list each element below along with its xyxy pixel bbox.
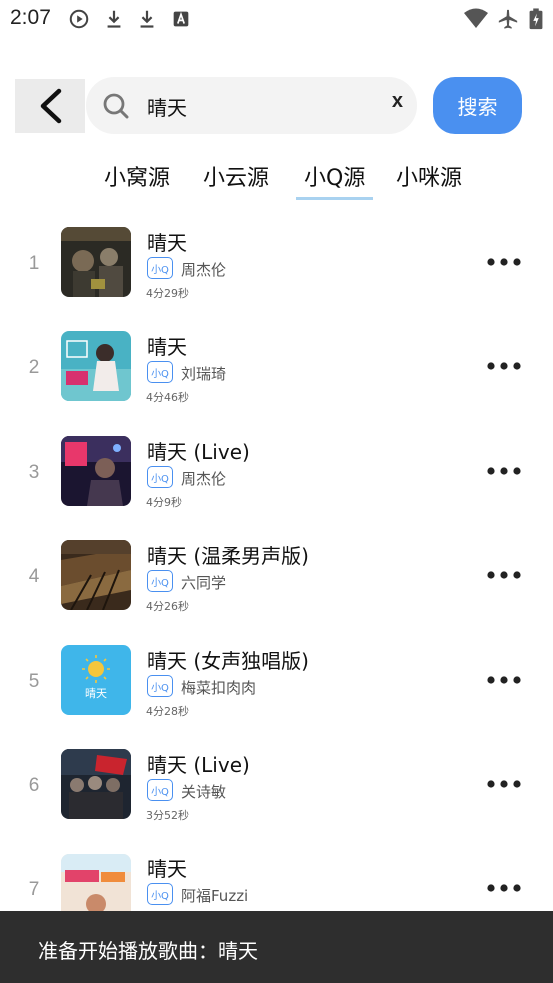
song-index: 6: [28, 775, 40, 796]
song-artist: 关诗敏: [181, 783, 227, 801]
song-search-page: 2:07 x 搜索 小窝源 小云源 小Q: [0, 0, 553, 983]
song-index: 2: [28, 357, 40, 378]
album-cover: 晴天: [61, 645, 131, 715]
album-cover: [61, 436, 131, 506]
status-time: 2:07: [10, 6, 51, 29]
clear-search-button[interactable]: x: [392, 90, 403, 113]
more-options-button[interactable]: [486, 670, 522, 690]
status-bar: 2:07: [0, 0, 553, 38]
more-horizontal-icon: [487, 884, 521, 892]
search-input[interactable]: [147, 91, 367, 121]
source-badge: 小Q: [147, 570, 173, 592]
song-artist: 周杰伦: [181, 470, 227, 488]
battery-charging-icon: [527, 8, 545, 30]
cover-text: 晴天: [85, 687, 107, 700]
album-cover: [61, 540, 131, 610]
more-options-button[interactable]: [486, 356, 522, 376]
song-row[interactable]: 6 晴天 (Live) 小Q 关诗敏 3分52秒: [0, 732, 553, 836]
song-title: 晴天 (温柔男声版): [147, 544, 309, 568]
search-button[interactable]: 搜索: [433, 77, 522, 134]
source-badge: 小Q: [147, 257, 173, 279]
source-badge: 小Q: [147, 779, 173, 801]
more-horizontal-icon: [487, 780, 521, 788]
song-title: 晴天 (Live): [147, 440, 250, 464]
song-row[interactable]: 5 晴天 晴天 (女声独唱版) 小Q 梅菜扣肉肉 4分28秒: [0, 628, 553, 732]
more-horizontal-icon: [487, 362, 521, 370]
selected-tab-indicator: [296, 197, 373, 200]
download-icon: [136, 8, 158, 30]
more-options-button[interactable]: [486, 774, 522, 794]
song-row[interactable]: 1 晴天 小Q 周杰伦 4分29秒: [0, 210, 553, 314]
source-tabs: 小窝源 小云源 小Q源 小咪源: [0, 150, 553, 202]
song-duration: 4分26秒: [146, 600, 189, 613]
source-badge: 小Q: [147, 675, 173, 697]
more-options-button[interactable]: [486, 565, 522, 585]
song-duration: 4分29秒: [146, 287, 189, 300]
play-circle-icon: [68, 8, 90, 30]
more-horizontal-icon: [487, 467, 521, 475]
song-index: 7: [28, 879, 40, 900]
song-title: 晴天 (女声独唱版): [147, 649, 309, 673]
more-horizontal-icon: [487, 676, 521, 684]
song-title: 晴天: [147, 335, 187, 359]
song-artist: 梅菜扣肉肉: [181, 679, 257, 697]
download-icon: [103, 8, 125, 30]
back-button[interactable]: [15, 79, 85, 133]
chevron-left-icon: [40, 88, 62, 124]
song-index: 1: [28, 253, 40, 274]
airplane-mode-icon: [497, 8, 519, 30]
song-duration: 4分28秒: [146, 705, 189, 718]
song-row[interactable]: 2 晴天 小Q 刘瑞琦 4分46秒: [0, 314, 553, 418]
tab-xiaowo[interactable]: 小窝源: [104, 160, 170, 192]
more-options-button[interactable]: [486, 461, 522, 481]
song-title: 晴天 (Live): [147, 753, 250, 777]
toast-notification: 准备开始播放歌曲：晴天: [0, 911, 553, 983]
more-horizontal-icon: [487, 571, 521, 579]
song-duration: 4分9秒: [146, 496, 182, 509]
tab-xiaoyun[interactable]: 小云源: [203, 160, 269, 192]
song-row[interactable]: 4 晴天 (温柔男声版) 小Q 六同学 4分26秒: [0, 523, 553, 627]
source-badge: 小Q: [147, 361, 173, 383]
album-cover: [61, 331, 131, 401]
source-badge: 小Q: [147, 883, 173, 905]
song-title: 晴天: [147, 857, 187, 881]
song-index: 5: [28, 671, 40, 692]
more-options-button[interactable]: [486, 252, 522, 272]
tab-xiaoq[interactable]: 小Q源: [304, 160, 365, 192]
song-artist: 六同学: [181, 574, 227, 592]
more-horizontal-icon: [487, 258, 521, 266]
more-options-button[interactable]: [486, 878, 522, 898]
search-box: x: [86, 77, 417, 134]
song-index: 3: [28, 462, 40, 483]
toast-message: 准备开始播放歌曲：晴天: [38, 939, 258, 963]
source-badge: 小Q: [147, 466, 173, 488]
album-cover: [61, 749, 131, 819]
tab-xiaomi[interactable]: 小咪源: [396, 160, 462, 192]
song-title: 晴天: [147, 231, 187, 255]
search-icon: [103, 93, 129, 119]
album-cover: [61, 227, 131, 297]
wifi-icon: [463, 8, 489, 30]
song-artist: 周杰伦: [181, 261, 227, 279]
song-index: 4: [28, 566, 40, 587]
song-duration: 4分46秒: [146, 391, 189, 404]
font-app-icon: [170, 8, 192, 30]
song-duration: 3分52秒: [146, 809, 189, 822]
song-artist: 阿福Fuzzi: [181, 887, 249, 905]
song-row[interactable]: 3 晴天 (Live) 小Q 周杰伦 4分9秒: [0, 419, 553, 523]
song-artist: 刘瑞琦: [181, 365, 227, 383]
